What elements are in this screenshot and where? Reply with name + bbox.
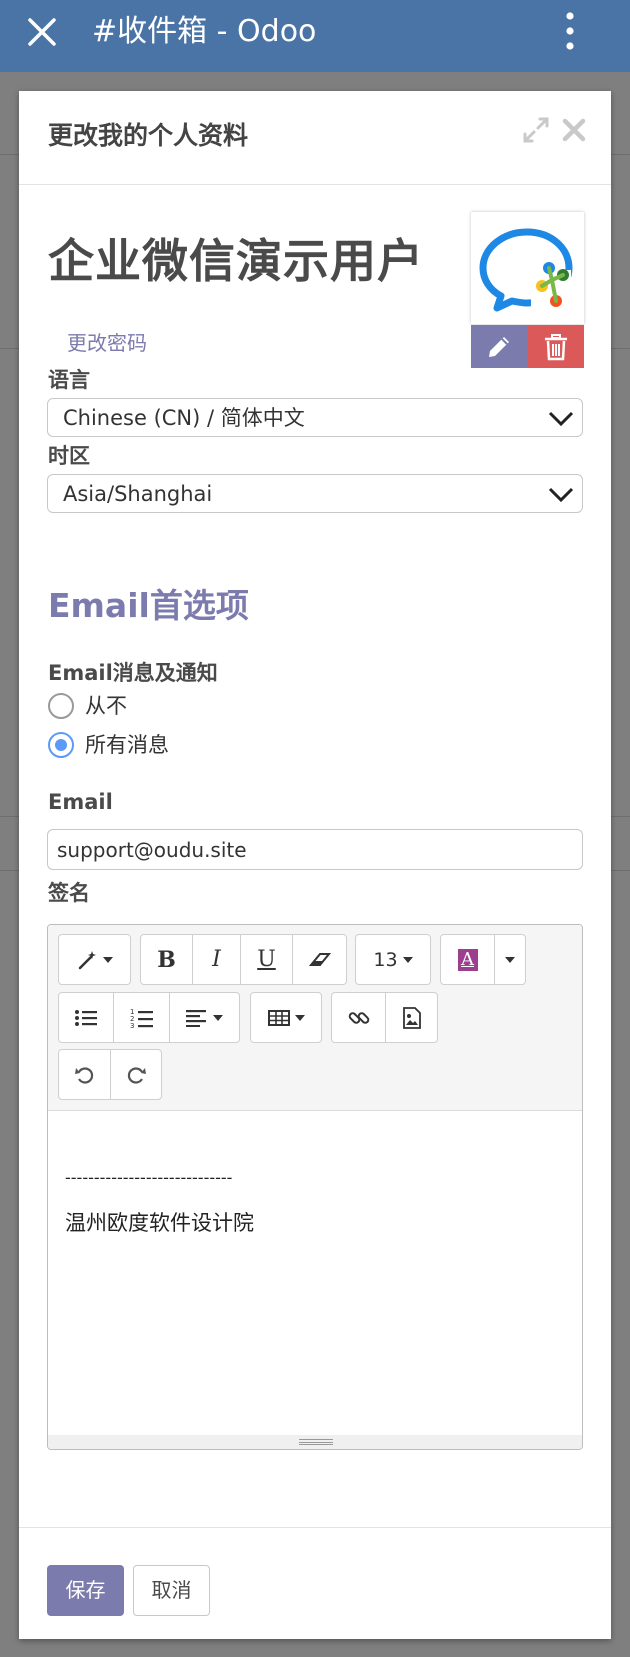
color-button-group: A [440,934,526,985]
radio-label: 从不 [85,694,127,718]
color-dropdown-toggle[interactable] [494,935,525,984]
redo-button[interactable] [110,1050,161,1099]
editor-resize-handle[interactable] [48,1435,582,1449]
dialog-close-icon[interactable] [559,115,589,145]
undo-button[interactable] [59,1050,110,1099]
pencil-icon [489,337,509,357]
style-dropdown-button[interactable] [58,934,131,985]
cancel-button[interactable]: 取消 [133,1565,210,1616]
redo-icon [127,1066,146,1084]
language-label: 语言 [48,368,90,392]
signature-company: 温州欧度软件设计院 [65,1211,254,1235]
signature-content[interactable]: ----------------------------- 温州欧度软件设计院 [48,1112,582,1412]
table-icon [267,1009,290,1026]
italic-button[interactable]: I [192,935,240,984]
font-color-icon: A [457,948,478,971]
bold-button[interactable]: B [141,935,192,984]
signature-separator: ----------------------------- [65,1168,233,1187]
app-title: #收件箱 - Odoo [92,14,317,49]
insert-button-group [331,992,438,1043]
font-size-value: 13 [373,948,398,971]
email-input[interactable] [49,831,581,868]
undo-icon [74,1066,93,1084]
align-left-icon [186,1009,206,1027]
app-bar: #收件箱 - Odoo [0,0,630,72]
dialog-header: 更改我的个人资料 [19,91,611,185]
chevron-down-icon [548,411,574,427]
wecom-logo-icon [479,228,573,312]
preferences-dialog: 更改我的个人资料 企业微信演示用户 更改密码 语言 Chinese (CN) /… [19,91,611,1639]
radio-label: 所有消息 [85,733,169,757]
email-preferences-heading: Email首选项 [48,586,249,625]
numbered-list-button[interactable]: 1 2 3 [113,993,169,1042]
format-button-group: B I U [140,934,347,985]
edit-avatar-button[interactable] [471,325,528,368]
trash-icon [545,334,567,361]
table-dropdown-button[interactable] [250,992,322,1043]
timezone-value: Asia/Shanghai [63,482,213,506]
paragraph-button-group: 1 2 3 [58,992,240,1043]
signature-label: 签名 [48,881,90,905]
font-color-button[interactable]: A [441,935,494,984]
close-icon[interactable] [22,12,62,52]
dialog-footer: 保存 取消 [19,1527,611,1639]
timezone-select[interactable]: Asia/Shanghai [47,474,583,513]
bullet-list-icon [75,1009,97,1026]
language-select[interactable]: Chinese (CN) / 简体中文 [47,398,583,437]
clear-format-button[interactable] [292,935,346,984]
email-field[interactable] [47,829,583,870]
change-password-link[interactable]: 更改密码 [67,329,147,357]
link-button[interactable] [332,993,385,1042]
chevron-down-icon [548,487,574,503]
history-button-group [58,1049,162,1100]
numbered-list-icon: 1 2 3 [130,1008,153,1029]
editor-toolbar: B I U 13 A 1 2 3 [48,925,582,1111]
email-label: Email [48,790,113,814]
underline-button[interactable]: U [240,935,292,984]
email-notification-label: Email消息及通知 [48,661,218,685]
align-dropdown-button[interactable] [169,993,239,1042]
more-menu-icon[interactable] [556,10,584,54]
timezone-label: 时区 [48,444,90,468]
eraser-icon [308,952,331,966]
language-value: Chinese (CN) / 简体中文 [63,406,305,430]
save-button[interactable]: 保存 [47,1565,124,1616]
font-size-dropdown[interactable]: 13 [355,934,431,985]
image-icon [402,1006,421,1029]
expand-icon[interactable] [521,115,551,145]
avatar [471,212,584,324]
svg-text:3: 3 [130,1022,134,1029]
user-name: 企业微信演示用户 [48,234,424,288]
dialog-title: 更改我的个人资料 [48,121,249,150]
radio-button[interactable] [48,693,74,719]
bullet-list-button[interactable] [59,993,113,1042]
radio-button-selected[interactable] [48,732,74,758]
delete-avatar-button[interactable] [528,325,584,368]
image-button[interactable] [385,993,437,1042]
magic-wand-icon [78,950,96,969]
signature-editor[interactable]: B I U 13 A 1 2 3 -----------------------… [47,924,583,1450]
link-icon [348,1011,369,1024]
